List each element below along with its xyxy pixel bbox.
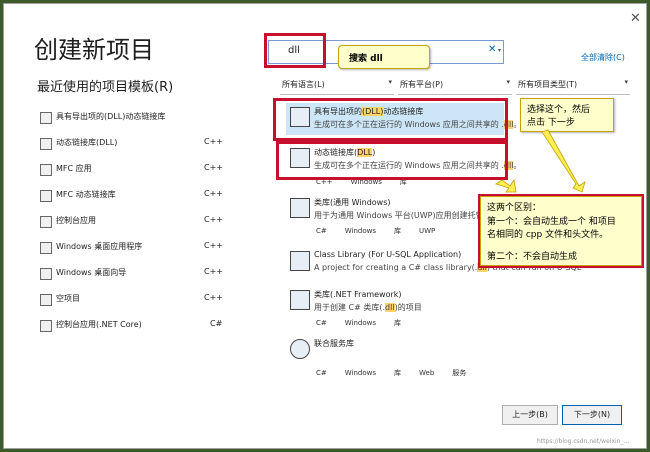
language-filter[interactable]: 所有语言(L) ▾ [280, 74, 394, 95]
template-icon [40, 190, 52, 202]
template-name: 类库(通用 Windows) [314, 198, 391, 207]
template-description: 用于创建 C# 类库(.dll)的项目 [314, 303, 422, 312]
annotation-text: 第一个：会自动生成一个 和项目 [487, 217, 616, 227]
template-tags: C# Windows 库 Web 服务 [316, 369, 467, 377]
template-item-usql-class-library[interactable]: Class Library (For U-SQL Application) A … [286, 247, 581, 277]
annotation-callout-difference: 这两个区别： 第一个：会自动生成一个 和项目 名相同的 cpp 文件和头文件。 … [478, 194, 644, 268]
recent-item-label: 控制台应用 [56, 216, 96, 225]
recent-item[interactable]: MFC 动态链接库 C++ [40, 186, 230, 206]
template-item-federation-service-library[interactable]: 联合服务库 C# Windows 库 Web 服务 [286, 335, 504, 381]
close-icon[interactable]: ✕ [630, 11, 641, 26]
recent-item-lang: C++ [204, 241, 223, 250]
template-description: 用于为通用 Windows 平台(UWP)应用创建托管类库 [314, 211, 500, 220]
annotation-text: 第二个：不会自动生成 [487, 252, 578, 262]
search-history-dropdown-icon[interactable]: ▾ [498, 47, 501, 54]
template-icon [40, 112, 52, 124]
recent-item-lang: C++ [204, 163, 223, 172]
dialog-title: 创建新项目 [34, 36, 154, 64]
annotation-text: 名相同的 cpp 文件和头文件。 [487, 230, 609, 240]
recent-item[interactable]: Windows 桌面应用程序 C++ [40, 238, 230, 258]
chevron-down-icon: ▾ [506, 78, 510, 86]
annotation-highlight-template-1 [273, 98, 508, 141]
class-library-icon [290, 198, 310, 218]
template-icon [40, 216, 52, 228]
recent-item-lang: C++ [204, 215, 223, 224]
recent-item-label: MFC 动态链接库 [56, 190, 116, 199]
class-library-icon [290, 251, 310, 271]
template-icon [40, 242, 52, 254]
filter-label: 所有项目类型(T) [518, 80, 578, 89]
recent-item-label: 控制台应用(.NET Core) [56, 320, 142, 329]
back-button[interactable]: 上一步(B) [502, 405, 558, 425]
recent-templates-heading: 最近使用的项目模板(R) [37, 80, 174, 95]
filter-label: 所有语言(L) [282, 80, 325, 89]
chevron-down-icon: ▾ [624, 78, 628, 86]
clear-search-icon[interactable]: ✕ [488, 44, 496, 55]
template-name: 类库(.NET Framework) [314, 290, 402, 299]
class-library-icon [290, 290, 310, 310]
recent-item-lang: C++ [204, 267, 223, 276]
recent-item[interactable]: Windows 桌面向导 C++ [40, 264, 230, 284]
gear-icon [290, 339, 310, 359]
template-icon [40, 138, 52, 150]
template-item-uwp-class-library[interactable]: 类库(通用 Windows) 用于为通用 Windows 平台(UWP)应用创建… [286, 194, 504, 240]
annotation-text: 这两个区别： [487, 203, 542, 213]
annotation-text: 搜索 dll [349, 54, 383, 64]
recent-item-label: 空项目 [56, 294, 80, 303]
template-name: Class Library (For U-SQL Application) [314, 250, 462, 259]
annotation-highlight-template-2 [276, 141, 508, 180]
recent-item-lang: C++ [204, 293, 223, 302]
next-button[interactable]: 下一步(N) [562, 405, 622, 425]
template-tags: C# Windows 库 [316, 319, 402, 327]
template-icon [40, 164, 52, 176]
filter-label: 所有平台(P) [400, 80, 444, 89]
recent-item[interactable]: 控制台应用(.NET Core) C# [40, 316, 230, 336]
annotation-highlight-search [264, 33, 326, 68]
recent-item[interactable]: 动态链接库(DLL) C++ [40, 134, 230, 154]
template-name: 联合服务库 [314, 339, 354, 348]
recent-item[interactable]: 具有导出项的(DLL)动态链接库 [40, 108, 230, 128]
recent-item-label: MFC 应用 [56, 164, 92, 173]
recent-item-label: Windows 桌面应用程序 [56, 242, 143, 251]
recent-item-lang: C++ [204, 137, 223, 146]
template-item-netfx-class-library[interactable]: 类库(.NET Framework) 用于创建 C# 类库(.dll)的项目 C… [286, 286, 504, 332]
dialog-window: ✕ 创建新项目 最近使用的项目模板(R) 具有导出项的(DLL)动态链接库 动态… [3, 3, 647, 449]
recent-item[interactable]: 空项目 C++ [40, 290, 230, 310]
template-icon [40, 320, 52, 332]
annotation-callout-search: 搜索 dll [338, 45, 430, 69]
recent-item-label: Windows 桌面向导 [56, 268, 127, 277]
template-tags: C# Windows 库 UWP [316, 227, 436, 235]
recent-item-label: 动态链接库(DLL) [56, 138, 118, 147]
clear-all-link[interactable]: 全部清除(C) [581, 52, 625, 63]
project-type-filter[interactable]: 所有项目类型(T) ▾ [516, 74, 630, 95]
recent-item[interactable]: MFC 应用 C++ [40, 160, 230, 180]
recent-item-lang: C# [210, 319, 223, 328]
template-icon [40, 268, 52, 280]
recent-item-label: 具有导出项的(DLL)动态链接库 [56, 112, 166, 121]
annotation-arrow [541, 129, 586, 193]
watermark: https://blog.csdn.net/weixin_... [537, 438, 630, 445]
recent-item[interactable]: 控制台应用 C++ [40, 212, 230, 232]
chevron-down-icon: ▾ [388, 78, 392, 86]
annotation-arrow [495, 178, 517, 193]
platform-filter[interactable]: 所有平台(P) ▾ [398, 74, 512, 95]
recent-item-lang: C++ [204, 189, 223, 198]
template-icon [40, 294, 52, 306]
annotation-arrows [495, 129, 586, 193]
